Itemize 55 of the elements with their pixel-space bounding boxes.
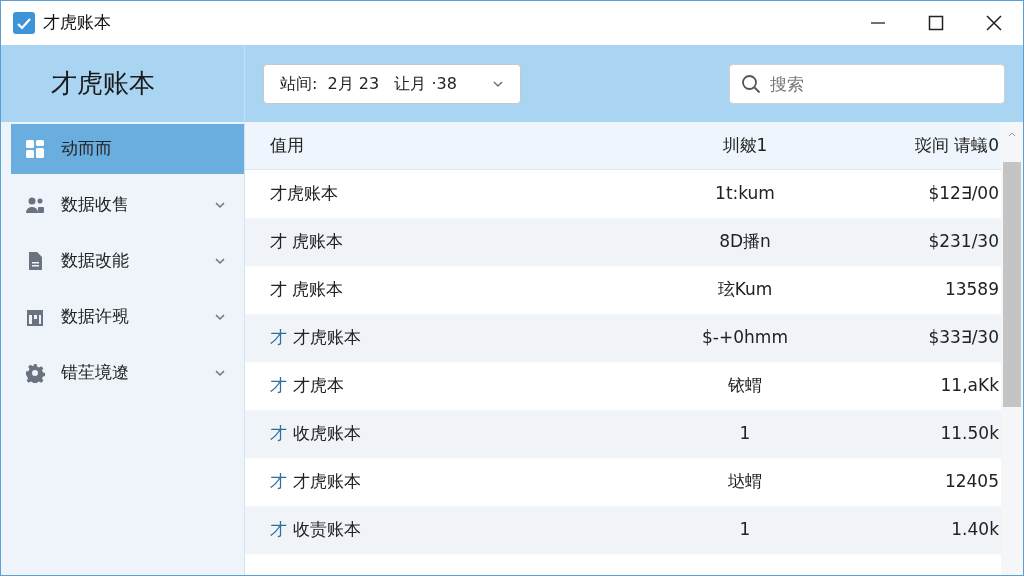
app-name: 才虎账本	[51, 67, 155, 100]
column-header: 珳间 请蟻0	[913, 133, 1000, 157]
chevron-down-icon	[214, 255, 226, 267]
table-cell-text: 才 虎账本	[270, 230, 344, 254]
table-cell-text: $33∃/30	[927, 326, 1000, 350]
table-cell-text: $-+0hmm	[701, 326, 789, 350]
search-icon	[741, 73, 761, 94]
chevron-down-icon	[214, 199, 226, 211]
table-cell-text: 铱蝟	[727, 374, 763, 398]
sidebar-item[interactable]: 数据许覡	[11, 292, 244, 342]
table-cell-text: 垯蝟	[727, 470, 763, 494]
table-cell-text: 1	[738, 518, 752, 542]
table-cell-text: 11,aKk	[939, 374, 1000, 398]
app-logo-icon	[13, 12, 35, 34]
table-cell-text: 收责账本	[293, 518, 361, 542]
table-cell-text: 1t:kum	[714, 182, 776, 206]
sidebar-item[interactable]: 数据改能	[11, 236, 244, 286]
table-cell-text: 才虎账本	[293, 470, 361, 494]
sidebar-item[interactable]: 数据收售	[11, 180, 244, 230]
table-cell-text: 收虎账本	[293, 422, 361, 446]
search-field[interactable]: 搜索	[729, 63, 1005, 104]
row-marker: 才	[270, 422, 287, 446]
table-cell-text: 8D播n	[718, 230, 772, 254]
calendar-icon	[25, 307, 45, 327]
row-marker: 才	[270, 470, 287, 494]
table-cell-text: 1	[738, 422, 752, 446]
date-range-dropdown[interactable]: 站间: 2月 23 让月 ·38	[263, 63, 521, 104]
column-header: 圳皴1	[721, 133, 769, 157]
row-marker: 才	[270, 326, 287, 350]
dashboard-icon	[25, 139, 45, 159]
table-cell-text: 12405	[943, 470, 1000, 494]
chevron-down-icon	[214, 367, 226, 379]
table-cell-text: 才虎本	[293, 374, 344, 398]
scrollbar[interactable]	[1001, 122, 1023, 575]
sidebar-item[interactable]: 错苼境遼	[11, 348, 244, 398]
table-cell-text: 11.50k	[939, 422, 1000, 446]
table-cell-text: $231/30	[927, 230, 1000, 254]
users-icon	[25, 195, 45, 215]
table-cell-text: 玹Kum	[716, 278, 774, 302]
minimize-icon	[870, 22, 886, 24]
sidebar-item[interactable]: 动而而	[11, 124, 244, 174]
table-cell-text: 才虎账本	[270, 182, 338, 206]
table-cell-text: 13589	[943, 278, 1000, 302]
chevron-down-icon	[214, 311, 226, 323]
table-cell-text: 才 虎账本	[270, 278, 344, 302]
settings-icon	[25, 363, 45, 383]
column-header: 值用	[269, 133, 305, 157]
close-icon	[986, 15, 1002, 31]
row-marker: 才	[270, 374, 287, 398]
table-cell-text: 才虎账本	[293, 326, 361, 350]
table-cell-text: 1.40k	[950, 518, 1000, 542]
table-cell-text: $12∃/00	[927, 182, 1000, 206]
window-title: 才虎账本	[43, 11, 111, 35]
row-marker: 才	[270, 518, 287, 542]
maximize-icon	[928, 15, 944, 31]
